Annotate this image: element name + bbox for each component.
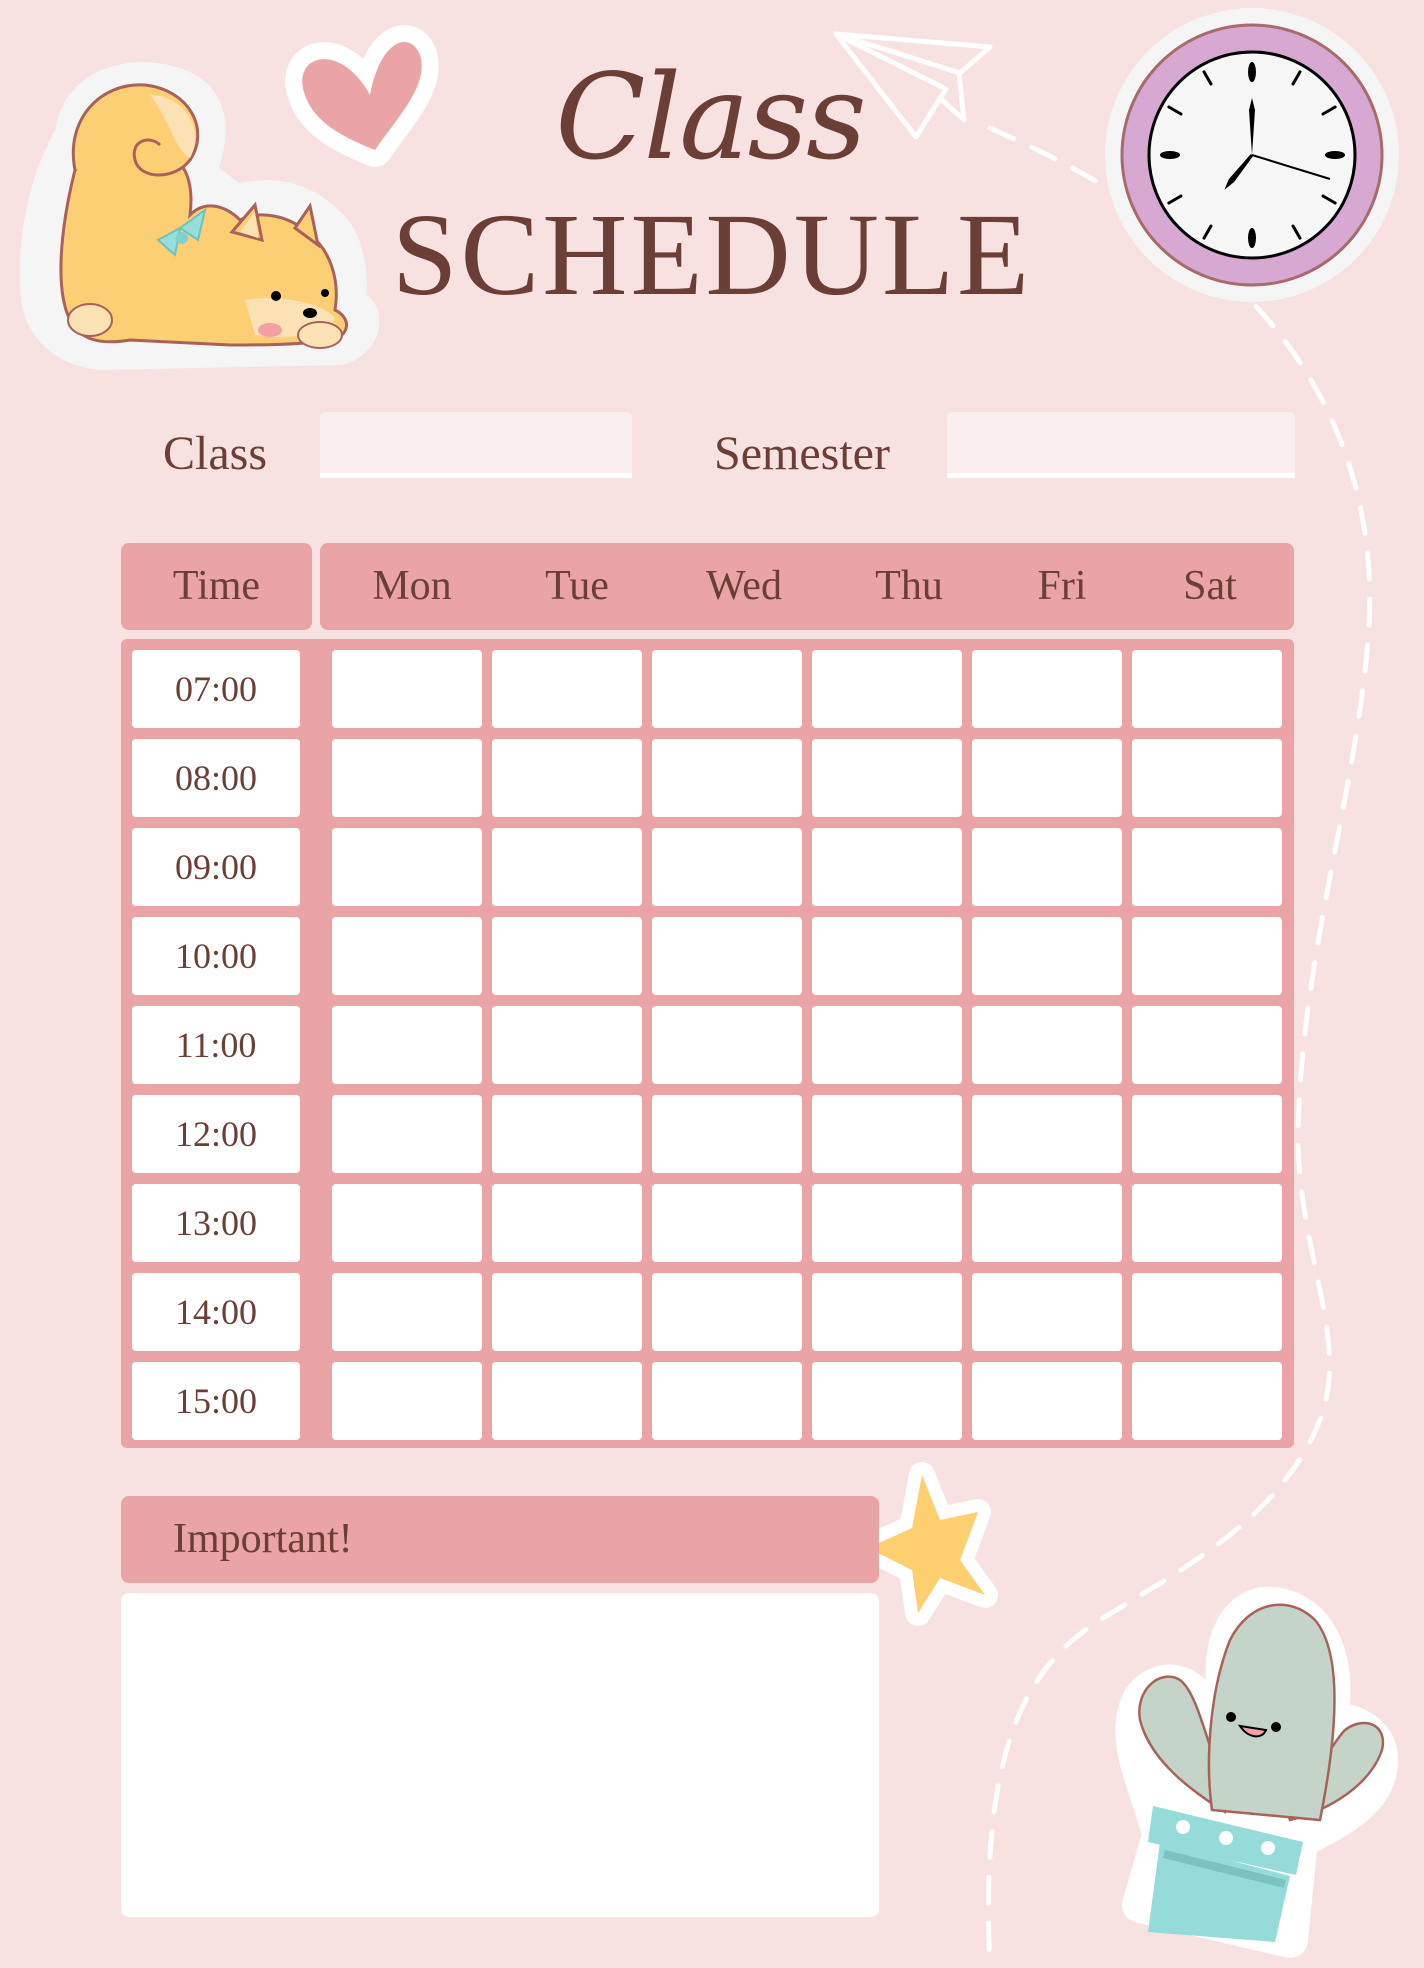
days-header: Mon Tue Wed Thu Fri Sat xyxy=(320,543,1294,630)
schedule-cell-fri-1500[interactable] xyxy=(972,1362,1122,1440)
schedule-cell-wed-1400[interactable] xyxy=(652,1273,802,1351)
schedule-cell-fri-1300[interactable] xyxy=(972,1184,1122,1262)
schedule-cell-tue-0700[interactable] xyxy=(492,650,642,728)
time-cell: 10:00 xyxy=(132,917,300,995)
schedule-cell-wed-0700[interactable] xyxy=(652,650,802,728)
time-header: Time xyxy=(121,543,312,630)
schedule-cell-fri-0700[interactable] xyxy=(972,650,1122,728)
schedule-cell-tue-0800[interactable] xyxy=(492,739,642,817)
schedule-cell-thu-1100[interactable] xyxy=(812,1006,962,1084)
cactus-icon xyxy=(1115,1586,1398,1958)
time-header-label: Time xyxy=(172,563,261,609)
day-header-mon: Mon xyxy=(372,563,452,609)
schedule-cell-mon-0900[interactable] xyxy=(332,828,482,906)
schedule-cell-tue-1400[interactable] xyxy=(492,1273,642,1351)
schedule-cell-fri-1000[interactable] xyxy=(972,917,1122,995)
schedule-grid: 07:00 08:00 09:00 10:00 11:00 12:00 13:00 14:00… xyxy=(121,639,1294,1448)
schedule-cell-thu-0900[interactable] xyxy=(812,828,962,906)
schedule-cell-thu-1500[interactable] xyxy=(812,1362,962,1440)
schedule-cell-sat-0800[interactable] xyxy=(1132,739,1282,817)
schedule-cell-thu-0700[interactable] xyxy=(812,650,962,728)
time-cell: 07:00 xyxy=(132,650,300,728)
schedule-cell-sat-0900[interactable] xyxy=(1132,828,1282,906)
schedule-cell-mon-1400[interactable] xyxy=(332,1273,482,1351)
schedule-cell-thu-1000[interactable] xyxy=(812,917,962,995)
schedule-cell-wed-1500[interactable] xyxy=(652,1362,802,1440)
page-title: SCHEDULE xyxy=(391,189,1033,320)
schedule-cell-tue-0900[interactable] xyxy=(492,828,642,906)
schedule-cell-wed-0900[interactable] xyxy=(652,828,802,906)
time-cell: 14:00 xyxy=(132,1273,300,1351)
schedule-cell-fri-1200[interactable] xyxy=(972,1095,1122,1173)
important-header: Important! xyxy=(121,1496,879,1583)
schedule-cell-fri-1400[interactable] xyxy=(972,1273,1122,1351)
schedule-cell-wed-1100[interactable] xyxy=(652,1006,802,1084)
schedule-cell-thu-1300[interactable] xyxy=(812,1184,962,1262)
time-cell: 11:00 xyxy=(132,1006,300,1084)
schedule-cell-sat-1500[interactable] xyxy=(1132,1362,1282,1440)
schedule-cell-wed-1200[interactable] xyxy=(652,1095,802,1173)
schedule-cell-mon-1100[interactable] xyxy=(332,1006,482,1084)
notes-box[interactable] xyxy=(121,1593,879,1917)
day-header-fri: Fri xyxy=(1037,563,1087,609)
schedule-cell-thu-1400[interactable] xyxy=(812,1273,962,1351)
day-header-thu: Thu xyxy=(875,563,943,609)
schedule-cell-fri-1100[interactable] xyxy=(972,1006,1122,1084)
title-script: Class xyxy=(555,48,867,186)
schedule-cell-tue-1100[interactable] xyxy=(492,1006,642,1084)
time-cell: 15:00 xyxy=(132,1362,300,1440)
semester-label: Semester xyxy=(714,427,890,480)
schedule-cell-sat-0700[interactable] xyxy=(1132,650,1282,728)
schedule-cell-sat-1000[interactable] xyxy=(1132,917,1282,995)
class-label: Class xyxy=(163,427,268,480)
schedule-cell-sat-1200[interactable] xyxy=(1132,1095,1282,1173)
schedule-cell-tue-1500[interactable] xyxy=(492,1362,642,1440)
important-label: Important! xyxy=(173,1516,353,1562)
class-field[interactable] xyxy=(320,412,632,478)
day-header-wed: Wed xyxy=(706,563,782,609)
schedule-cell-mon-0800[interactable] xyxy=(332,739,482,817)
schedule-cell-tue-1000[interactable] xyxy=(492,917,642,995)
day-header-tue: Tue xyxy=(545,563,609,609)
schedule-cell-fri-0800[interactable] xyxy=(972,739,1122,817)
semester-field[interactable] xyxy=(947,412,1295,478)
schedule-cell-sat-1100[interactable] xyxy=(1132,1006,1282,1084)
schedule-cell-fri-0900[interactable] xyxy=(972,828,1122,906)
schedule-cell-tue-1200[interactable] xyxy=(492,1095,642,1173)
schedule-cell-tue-1300[interactable] xyxy=(492,1184,642,1262)
schedule-cell-mon-1300[interactable] xyxy=(332,1184,482,1262)
star-icon xyxy=(855,1462,998,1626)
time-cell: 09:00 xyxy=(132,828,300,906)
schedule-cell-thu-1200[interactable] xyxy=(812,1095,962,1173)
schedule-cell-mon-0700[interactable] xyxy=(332,650,482,728)
schedule-cell-sat-1300[interactable] xyxy=(1132,1184,1282,1262)
time-cell: 13:00 xyxy=(132,1184,300,1262)
schedule-cell-thu-0800[interactable] xyxy=(812,739,962,817)
day-header-sat: Sat xyxy=(1183,563,1237,609)
schedule-cell-wed-0800[interactable] xyxy=(652,739,802,817)
time-cell: 08:00 xyxy=(132,739,300,817)
time-cell: 12:00 xyxy=(132,1095,300,1173)
schedule-cell-wed-1300[interactable] xyxy=(652,1184,802,1262)
schedule-cell-mon-1200[interactable] xyxy=(332,1095,482,1173)
schedule-cell-wed-1000[interactable] xyxy=(652,917,802,995)
schedule-cell-mon-1000[interactable] xyxy=(332,917,482,995)
schedule-cell-mon-1500[interactable] xyxy=(332,1362,482,1440)
schedule-cell-sat-1400[interactable] xyxy=(1132,1273,1282,1351)
